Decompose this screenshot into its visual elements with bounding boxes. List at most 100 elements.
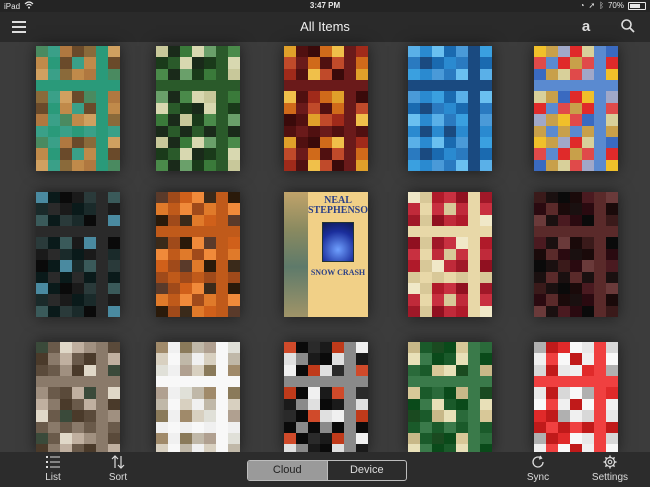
cover-pixel [84, 387, 97, 400]
cover-pixel [60, 136, 73, 149]
book-cover[interactable] [284, 342, 368, 452]
cover-pixel [594, 91, 607, 104]
cover-pixel [308, 410, 321, 423]
cover-pixel [432, 421, 445, 434]
cover-pixel [594, 68, 607, 81]
cover-pixel [156, 364, 169, 377]
book-cover[interactable] [156, 192, 240, 317]
cover-pixel [432, 214, 445, 227]
cover-pixel [180, 226, 193, 238]
cover-pixel [296, 46, 309, 58]
cover-pixel [156, 410, 169, 423]
cover-pixel [534, 410, 547, 423]
cover-pixel [420, 398, 433, 411]
book-cover[interactable] [284, 46, 368, 171]
amazon-store-icon[interactable]: a [578, 18, 594, 36]
cover-pixel [108, 398, 120, 411]
device-tab[interactable]: Device [326, 461, 407, 480]
cover-pixel [204, 398, 217, 411]
cover-pixel [444, 282, 457, 295]
cover-pixel [96, 376, 109, 388]
cover-pixel [72, 148, 85, 161]
cover-pixel [332, 125, 345, 138]
cover-pixel [570, 432, 583, 445]
cover-pixel [456, 46, 469, 58]
search-icon[interactable] [620, 18, 636, 36]
cover-pixel [72, 114, 85, 127]
cover-pixel [546, 226, 559, 238]
cover-pixel [36, 114, 49, 127]
cover-pixel [84, 353, 97, 366]
cover-pixel [558, 148, 571, 161]
cover-pixel [228, 282, 240, 295]
book-cover[interactable] [36, 46, 120, 171]
book-cover[interactable] [408, 192, 492, 317]
cloud-tab[interactable]: Cloud [248, 461, 327, 480]
cover-pixel [594, 444, 607, 452]
cover-pixel [228, 148, 240, 161]
cover-pixel [432, 159, 445, 171]
cover-pixel [228, 68, 240, 81]
cover-pixel [570, 353, 583, 366]
cover-pixel [204, 80, 217, 92]
cover-pixel [420, 432, 433, 445]
cover-pixel [108, 159, 120, 171]
cover-pixel [72, 376, 85, 388]
cover-pixel [60, 271, 73, 284]
cover-pixel [48, 114, 61, 127]
cover-pixel [558, 91, 571, 104]
book-cover[interactable] [534, 192, 618, 317]
cover-pixel [468, 260, 481, 273]
cover-pixel [108, 226, 120, 238]
cover-pixel [216, 192, 229, 204]
cover-pixel [284, 57, 297, 70]
cover-pixel [570, 294, 583, 307]
cover-pixel [96, 260, 109, 273]
cover-pixel [168, 226, 181, 238]
cover-pixel [108, 387, 120, 400]
cover-pixel [606, 444, 618, 452]
book-cover[interactable] [534, 46, 618, 171]
cover-pixel [48, 248, 61, 261]
cover-pixel [204, 203, 217, 216]
sync-button[interactable]: Sync [523, 455, 553, 483]
cover-pixel [546, 398, 559, 411]
book-cover[interactable] [534, 342, 618, 452]
book-cover-snow-crash[interactable]: NEAL STEPHENSON SNOW CRASH [284, 192, 368, 317]
cover-pixel [320, 376, 333, 388]
sort-button[interactable]: Sort [103, 455, 133, 483]
book-cover[interactable] [36, 342, 120, 452]
cover-pixel [468, 214, 481, 227]
cover-pixel [72, 387, 85, 400]
cover-pixel [408, 353, 421, 366]
cover-pixel [36, 159, 49, 171]
book-cover[interactable] [408, 342, 492, 452]
cover-pixel [308, 80, 321, 92]
cover-pixel [168, 91, 181, 104]
cover-pixel [546, 260, 559, 273]
cover-pixel [570, 421, 583, 434]
cover-pixel [96, 342, 109, 354]
cover-pixel [228, 248, 240, 261]
kindle-app: iPad 3:47 PM ◔ ➚ ᛒ 70% All Items a NEAL … [0, 0, 650, 487]
cover-pixel [582, 148, 595, 161]
book-cover[interactable] [156, 46, 240, 171]
cover-pixel [180, 432, 193, 445]
list-button[interactable]: List [38, 455, 68, 483]
book-cover[interactable] [36, 192, 120, 317]
cover-pixel [582, 114, 595, 127]
cover-pixel [228, 353, 240, 366]
book-cover[interactable] [408, 46, 492, 171]
cover-pixel [594, 148, 607, 161]
cover-pixel [408, 294, 421, 307]
cover-pixel [156, 91, 169, 104]
settings-button[interactable]: Settings [588, 455, 632, 483]
cover-pixel [420, 203, 433, 216]
cover-pixel [420, 237, 433, 250]
cover-pixel [468, 46, 481, 58]
cover-pixel [72, 432, 85, 445]
cover-pixel [320, 114, 333, 127]
book-cover[interactable] [156, 342, 240, 452]
cover-pixel [228, 136, 240, 149]
cover-pixel [60, 80, 73, 92]
